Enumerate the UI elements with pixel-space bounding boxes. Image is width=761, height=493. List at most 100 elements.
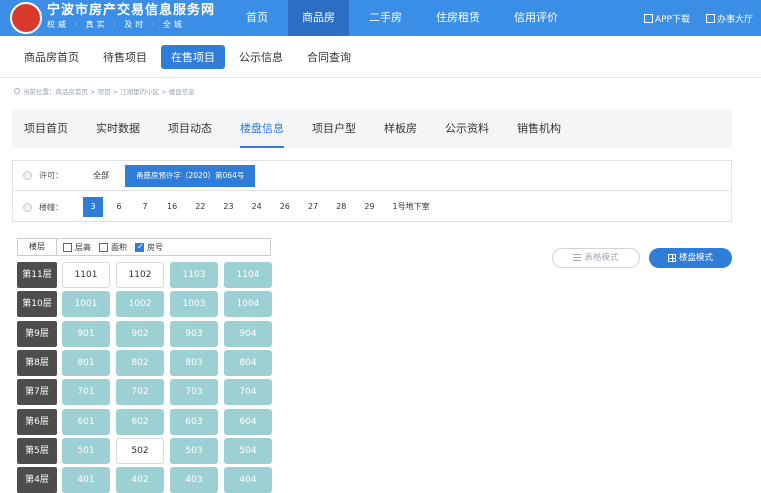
- building-option[interactable]: 27: [302, 197, 324, 217]
- floor-row: 第5层 501 502 503 504: [17, 437, 278, 464]
- qrcode-icon: [643, 13, 653, 23]
- permit-label: 许可：: [13, 170, 83, 181]
- project-tab[interactable]: 楼盘信息: [240, 110, 284, 148]
- project-tab[interactable]: 实时数据: [96, 110, 140, 148]
- unit-cell[interactable]: 504: [224, 437, 272, 464]
- unit-cell[interactable]: 803: [170, 349, 218, 376]
- permit-selected-option[interactable]: 甬慈房预许字（2020）第064号: [125, 164, 256, 187]
- nav-item[interactable]: 二手房: [355, 0, 416, 36]
- project-tab[interactable]: 公示资料: [445, 110, 489, 148]
- floor-label: 第5层: [17, 437, 57, 464]
- project-tab[interactable]: 项目首页: [24, 110, 68, 148]
- unit-cell[interactable]: 1003: [170, 291, 218, 318]
- unit-cell[interactable]: 402: [116, 467, 164, 493]
- building-option[interactable]: 3: [83, 197, 103, 217]
- building-option[interactable]: 23: [217, 197, 239, 217]
- grid-icon: [667, 253, 676, 262]
- project-tab[interactable]: 销售机构: [517, 110, 561, 148]
- unit-cell[interactable]: 1002: [116, 291, 164, 318]
- unit-cell[interactable]: 401: [62, 467, 110, 493]
- unit-cell[interactable]: 1102: [116, 262, 164, 288]
- unit-cell[interactable]: 904: [224, 320, 272, 347]
- table-mode-button[interactable]: 表格模式: [552, 248, 640, 268]
- unit-cell[interactable]: 702: [116, 379, 164, 406]
- subnav-item[interactable]: 公示信息: [229, 45, 293, 69]
- unit-cell[interactable]: 601: [62, 408, 110, 435]
- unit-cell[interactable]: 704: [224, 379, 272, 406]
- unit-cell[interactable]: 1103: [170, 262, 218, 288]
- unit-cell[interactable]: 501: [62, 437, 110, 464]
- building-option[interactable]: 6: [109, 197, 129, 217]
- unit-cell[interactable]: 1104: [224, 262, 272, 288]
- unit-cell[interactable]: 1101: [62, 262, 110, 288]
- building-option[interactable]: 26: [274, 197, 296, 217]
- floor-label: 第6层: [17, 408, 57, 435]
- subnav-item[interactable]: 合同查询: [297, 45, 361, 69]
- display-option-checkbox[interactable]: 层高: [63, 242, 91, 253]
- unit-cell[interactable]: 903: [170, 320, 218, 347]
- location-icon: [14, 88, 20, 94]
- building-option[interactable]: 16: [161, 197, 183, 217]
- building-option[interactable]: 1号地下室: [387, 197, 436, 217]
- unit-cell[interactable]: 603: [170, 408, 218, 435]
- floor-row: 第11层 1101 1102 1103 1104: [17, 262, 278, 288]
- unit-cell[interactable]: 703: [170, 379, 218, 406]
- service-hall-link[interactable]: 办事大厅: [705, 12, 753, 25]
- unit-cell[interactable]: 604: [224, 408, 272, 435]
- unit-cell[interactable]: 901: [62, 320, 110, 347]
- unit-cell[interactable]: 404: [224, 467, 272, 493]
- top-right-links: APP下载 办事大厅: [628, 0, 753, 36]
- filter-box: 许可： 全部 甬慈房预许字（2020）第064号 楼幢： 3 6 7 16 22 23 24…: [12, 160, 732, 222]
- display-option-label: 层高: [75, 242, 91, 252]
- nav-item[interactable]: 商品房: [288, 0, 349, 36]
- hall-icon: [705, 13, 715, 23]
- nav-item[interactable]: 住房租赁: [422, 0, 494, 36]
- floor-row: 第9层 901 902 903 904: [17, 320, 278, 347]
- list-icon: [573, 254, 582, 261]
- building-label: 楼幢：: [13, 202, 83, 213]
- floor-row: 第6层 601 602 603 604: [17, 408, 278, 435]
- unit-cell[interactable]: 801: [62, 349, 110, 376]
- project-tab[interactable]: 项目动态: [168, 110, 212, 148]
- project-tab[interactable]: 项目户型: [312, 110, 356, 148]
- project-tab[interactable]: 样板房: [384, 110, 417, 148]
- site-logo-icon[interactable]: [10, 2, 42, 34]
- building-option[interactable]: 24: [246, 197, 268, 217]
- unit-cell[interactable]: 804: [224, 349, 272, 376]
- display-option-checkbox[interactable]: 房号: [135, 242, 163, 253]
- building-label-text: 楼幢：: [39, 202, 63, 212]
- sub-nav: 商品房首页 待售项目 在售项目 公示信息 合同查询: [0, 36, 761, 78]
- permit-all-option[interactable]: 全部: [83, 170, 119, 181]
- top-bar: 宁波市房产交易信息服务网 权威 · 真实 · 及时 · 全城 首页 商品房 二手房住…: [0, 0, 761, 36]
- unit-cell[interactable]: 1001: [62, 291, 110, 318]
- building-option[interactable]: 22: [189, 197, 211, 217]
- building-option[interactable]: 7: [135, 197, 155, 217]
- unit-cell[interactable]: 902: [116, 320, 164, 347]
- unit-cell[interactable]: 802: [116, 349, 164, 376]
- subnav-item[interactable]: 商品房首页: [14, 45, 89, 69]
- unit-cell[interactable]: 1004: [224, 291, 272, 318]
- app-download-link[interactable]: APP下载: [643, 12, 690, 25]
- unit-cell[interactable]: 503: [170, 437, 218, 464]
- building-mode-button[interactable]: 楼盘模式: [649, 248, 732, 268]
- display-option-checkbox[interactable]: 面积: [99, 242, 127, 253]
- subnav-item[interactable]: 在售项目: [161, 44, 225, 69]
- unit-cell[interactable]: 602: [116, 408, 164, 435]
- project-tabs: 项目首页 实时数据 项目动态 楼盘信息 项目户型 样板房 公示资料 销售机构: [12, 110, 732, 148]
- floor-label: 第7层: [17, 379, 57, 406]
- unit-cell[interactable]: 502: [116, 437, 164, 464]
- nav-item[interactable]: 首页: [232, 0, 282, 36]
- unit-cell[interactable]: 701: [62, 379, 110, 406]
- display-option-label: 面积: [111, 242, 127, 252]
- subnav-item[interactable]: 待售项目: [93, 45, 157, 69]
- unchecked-box-icon: [63, 242, 72, 252]
- floor-label: 第9层: [17, 320, 57, 347]
- unit-cell[interactable]: 403: [170, 467, 218, 493]
- building-option[interactable]: 28: [330, 197, 352, 217]
- site-brand[interactable]: 宁波市房产交易信息服务网 权威 · 真实 · 及时 · 全城: [47, 3, 215, 31]
- building-option[interactable]: 29: [358, 197, 380, 217]
- floor-label: 第4层: [17, 467, 57, 493]
- floor-row: 第7层 701 702 703 704: [17, 379, 278, 406]
- grid-header: 楼层 层高 面积 房号: [17, 238, 271, 256]
- nav-item[interactable]: 信用评价: [500, 0, 572, 36]
